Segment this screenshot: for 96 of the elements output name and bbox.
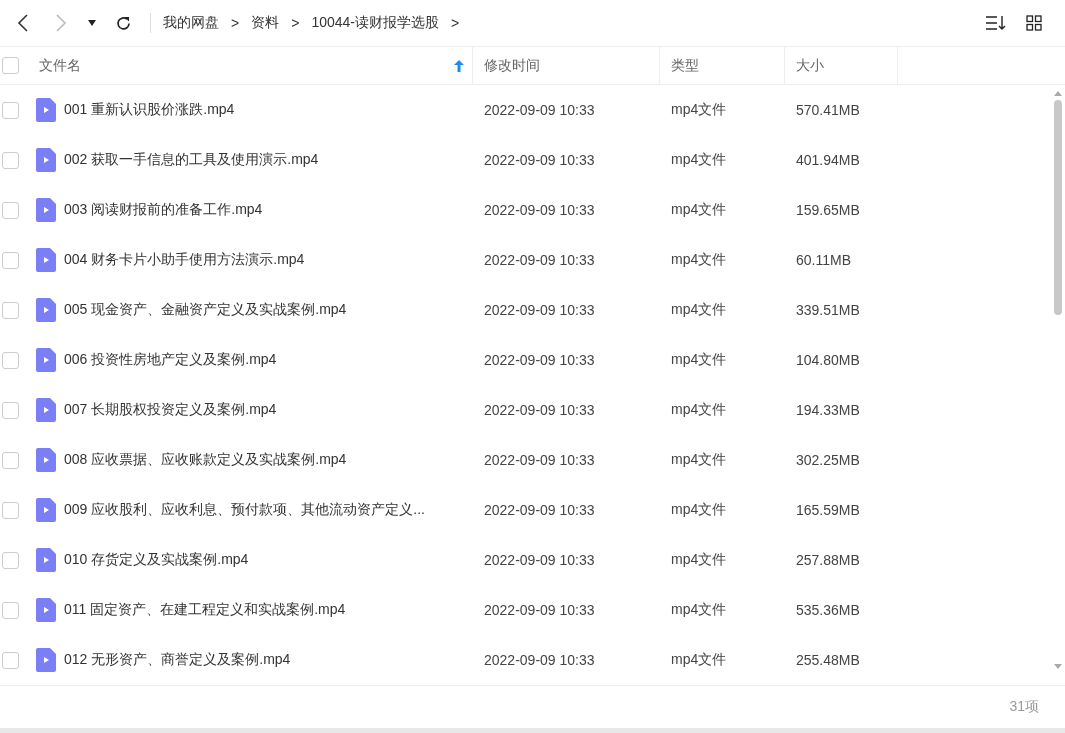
file-name[interactable]: 002 获取一手信息的工具及使用演示.mp4 [64, 151, 319, 169]
file-type: mp4文件 [670, 101, 728, 119]
file-size: 535.36MB [795, 602, 861, 618]
breadcrumb-link[interactable]: 资料 [251, 14, 280, 32]
column-header: 大小 [796, 56, 824, 75]
video-file-icon [36, 448, 56, 472]
file-name[interactable]: 010 存货定义及实战案例.mp4 [64, 551, 249, 569]
video-file-icon [36, 248, 56, 272]
breadcrumb-separator: > [291, 15, 300, 31]
column-header-cell[interactable]: 修改时间 [473, 47, 660, 84]
modified-time: 2022-09-09 10:33 [483, 102, 596, 118]
row-checkbox[interactable] [2, 401, 19, 419]
modified-time: 2022-09-09 10:33 [483, 452, 596, 468]
row-checkbox[interactable] [2, 101, 19, 119]
file-name[interactable]: 007 长期股权投资定义及案例.mp4 [64, 401, 277, 419]
file-name[interactable]: 009 应收股利、应收利息、预付款项、其他流动资产定义... [64, 501, 425, 519]
file-size: 159.65MB [795, 202, 861, 218]
refresh-icon [114, 14, 132, 32]
modified-time: 2022-09-09 10:33 [483, 352, 596, 368]
file-size: 570.41MB [795, 102, 861, 118]
video-file-icon [36, 98, 56, 122]
row-checkbox[interactable] [2, 301, 19, 319]
file-size: 255.48MB [795, 652, 861, 668]
file-type: mp4文件 [670, 401, 728, 419]
file-type: mp4文件 [670, 501, 728, 519]
row-checkbox[interactable] [2, 151, 19, 169]
video-file-icon [36, 498, 56, 522]
chevron-right-icon [55, 14, 67, 32]
column-header-cell[interactable]: 文件名 [0, 47, 473, 84]
file-type: mp4文件 [670, 451, 728, 469]
file-type: mp4文件 [670, 551, 728, 569]
file-name[interactable]: 006 投资性房地产定义及案例.mp4 [64, 351, 277, 369]
file-size: 302.25MB [795, 452, 861, 468]
video-file-icon [36, 348, 56, 372]
item-count: 31项 [1009, 698, 1039, 716]
chevron-left-icon [17, 14, 29, 32]
file-name[interactable]: 008 应收票据、应收账款定义及实战案例.mp4 [64, 451, 347, 469]
modified-time: 2022-09-09 10:33 [483, 402, 596, 418]
file-type: mp4文件 [670, 251, 728, 269]
file-type: mp4文件 [670, 351, 728, 369]
modified-time: 2022-09-09 10:33 [483, 302, 596, 318]
modified-time: 2022-09-09 10:33 [483, 652, 596, 668]
scroll-down-icon[interactable] [1053, 664, 1062, 669]
column-header-cell[interactable]: 类型 [660, 47, 785, 84]
row-checkbox[interactable] [2, 201, 19, 219]
file-type: mp4文件 [670, 301, 728, 319]
scroll-up-icon[interactable] [1053, 91, 1062, 96]
modified-time: 2022-09-09 10:33 [483, 152, 596, 168]
file-name[interactable]: 011 固定资产、在建工程定义和实战案例.mp4 [64, 601, 346, 619]
video-file-icon [36, 598, 56, 622]
file-name[interactable]: 003 阅读财报前的准备工作.mp4 [64, 201, 263, 219]
row-checkbox[interactable] [2, 351, 19, 369]
file-size: 257.88MB [795, 552, 861, 568]
breadcrumb-link[interactable]: 10044-读财报学选股 [311, 14, 439, 32]
modified-time: 2022-09-09 10:33 [483, 552, 596, 568]
modified-time: 2022-09-09 10:33 [483, 252, 596, 268]
file-name[interactable]: 005 现金资产、金融资产定义及实战案例.mp4 [64, 301, 347, 319]
row-checkbox[interactable] [2, 651, 19, 669]
breadcrumb-separator: > [450, 15, 460, 31]
file-name[interactable]: 004 财务卡片小助手使用方法演示.mp4 [64, 251, 305, 269]
file-size: 165.59MB [795, 502, 861, 518]
column-header: 修改时间 [484, 56, 540, 75]
row-checkbox[interactable] [2, 601, 19, 619]
file-size: 60.11MB [795, 252, 852, 268]
file-size: 401.94MB [795, 152, 861, 168]
breadcrumb-separator: > [231, 15, 240, 31]
modified-time: 2022-09-09 10:33 [483, 502, 596, 518]
row-checkbox[interactable] [2, 551, 19, 569]
file-type: mp4文件 [670, 151, 728, 169]
file-type: mp4文件 [670, 601, 728, 619]
file-size: 339.51MB [795, 302, 861, 318]
column-header: 类型 [671, 56, 699, 75]
video-file-icon [36, 298, 56, 322]
video-file-icon [36, 648, 56, 672]
file-size: 104.80MB [795, 352, 861, 368]
video-file-icon [36, 548, 56, 572]
video-file-icon [36, 148, 56, 172]
file-size: 194.33MB [795, 402, 861, 418]
row-checkbox[interactable] [2, 251, 19, 269]
column-header: 文件名 [39, 56, 81, 75]
column-header-cell[interactable]: 大小 [785, 47, 898, 84]
sort-arrow-icon [454, 59, 464, 72]
breadcrumb-link[interactable]: 我的网盘 [163, 14, 219, 32]
file-type: mp4文件 [670, 201, 728, 219]
modified-time: 2022-09-09 10:33 [483, 602, 596, 618]
file-name[interactable]: 012 无形资产、商誉定义及案例.mp4 [64, 651, 291, 669]
file-type: mp4文件 [670, 651, 728, 669]
video-file-icon [36, 198, 56, 222]
select-all-checkbox[interactable] [2, 57, 19, 74]
file-name[interactable]: 001 重新认识股价涨跌.mp4 [64, 101, 235, 119]
caret-icon [88, 20, 96, 26]
row-checkbox[interactable] [2, 501, 19, 519]
video-file-icon [36, 398, 56, 422]
row-checkbox[interactable] [2, 451, 19, 469]
modified-time: 2022-09-09 10:33 [483, 202, 596, 218]
scrollbar-thumb[interactable] [1053, 100, 1062, 315]
